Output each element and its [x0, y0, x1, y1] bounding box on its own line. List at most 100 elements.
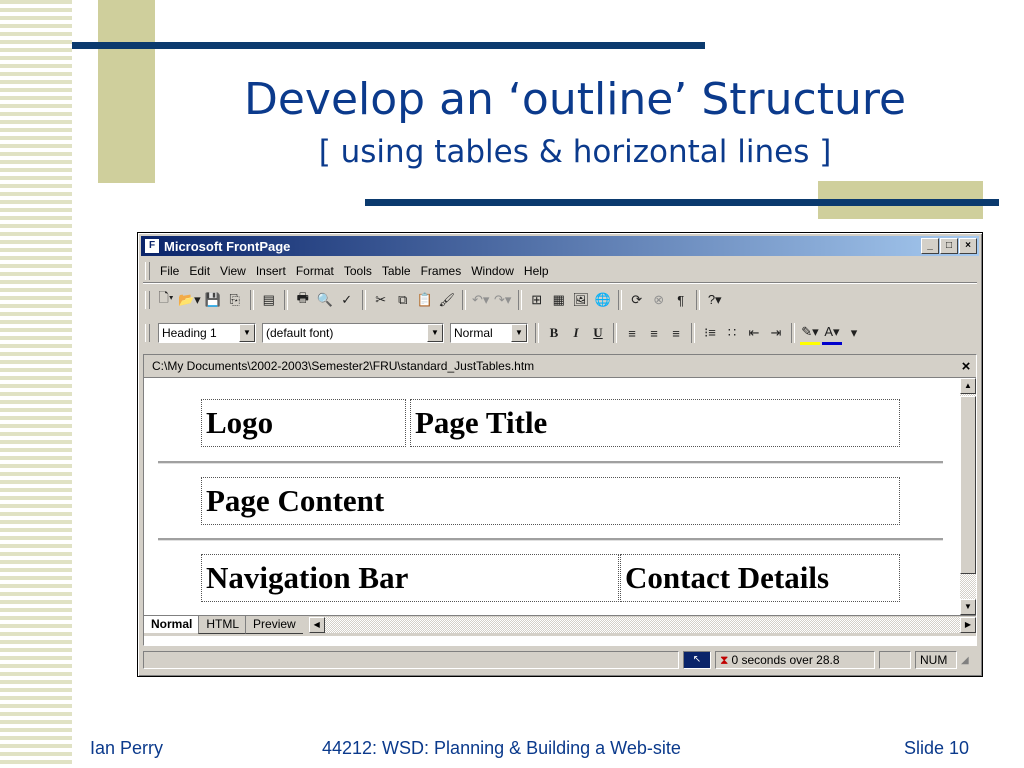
window-titlebar[interactable]: F Microsoft FrontPage _ □ ×	[141, 236, 979, 256]
menu-table[interactable]: Table	[377, 264, 416, 278]
spelling-icon[interactable]: ✓	[337, 290, 357, 310]
save-icon[interactable]: 💾	[203, 290, 223, 310]
menu-insert[interactable]: Insert	[251, 264, 291, 278]
menu-edit[interactable]: Edit	[184, 264, 215, 278]
format-painter-icon[interactable]: 🖌	[437, 290, 457, 310]
download-time-panel: ⧗ 0 seconds over 28.8	[715, 651, 875, 669]
insert-table-icon[interactable]: ▦	[549, 290, 569, 310]
help-icon[interactable]: ?▾	[705, 290, 725, 310]
footer-slide-number: Slide 10	[904, 738, 970, 758]
align-left-icon[interactable]: ≡	[622, 323, 642, 343]
scroll-right-icon[interactable]: ▶	[960, 617, 976, 633]
folder-list-icon[interactable]: ▤	[259, 290, 279, 310]
cut-icon[interactable]: ✂	[371, 290, 391, 310]
scroll-left-icon[interactable]: ◀	[308, 617, 325, 633]
paste-icon[interactable]: 📋	[415, 290, 435, 310]
new-page-icon[interactable]: 🗋▾	[156, 290, 176, 310]
open-folder-icon[interactable]: 📂▾	[178, 290, 201, 310]
tab-normal[interactable]: Normal	[143, 616, 200, 633]
standard-toolbar: 🗋▾ 📂▾ 💾 ⎘ ▤ 🖶 🔍 ✓ ✂ ⧉ 📋 🖌 ↶▾ ↷▾ ⊞ ▦ 🖼 🌐 …	[143, 286, 977, 314]
align-center-icon[interactable]: ≡	[644, 323, 664, 343]
redo-icon[interactable]: ↷▾	[493, 290, 513, 310]
chevron-down-icon[interactable]: ▼	[239, 324, 255, 342]
publish-icon[interactable]: ⎘	[225, 290, 245, 310]
size-select-value: Normal	[454, 326, 493, 340]
maximize-button[interactable]: □	[940, 238, 958, 254]
toolbar-separator	[695, 290, 700, 310]
toolbar-separator	[691, 323, 695, 343]
toolbar-options-icon[interactable]: ▾	[844, 323, 864, 343]
document-close-icon[interactable]: ×	[956, 358, 976, 375]
menu-view[interactable]: View	[215, 264, 251, 278]
logo-cell[interactable]: Logo	[201, 399, 406, 447]
menu-frames[interactable]: Frames	[416, 264, 467, 278]
tab-html[interactable]: HTML	[198, 616, 247, 634]
menu-file[interactable]: File	[155, 264, 184, 278]
slide-stripe-decoration	[0, 0, 72, 768]
undo-icon[interactable]: ↶▾	[471, 290, 491, 310]
copy-icon[interactable]: ⧉	[393, 290, 413, 310]
horizontal-line[interactable]	[158, 461, 943, 464]
numbering-icon[interactable]: ⁝≡	[700, 323, 720, 343]
close-button[interactable]: ×	[959, 238, 977, 254]
minimize-button[interactable]: _	[921, 238, 939, 254]
italic-button[interactable]: I	[566, 323, 586, 343]
document-window: C:\My Documents\2002-2003\Semester2\FRU\…	[143, 354, 977, 646]
formatting-toolbar: Heading 1 ▼ (default font) ▼ Normal ▼ B …	[143, 319, 977, 347]
show-all-icon[interactable]: ¶	[671, 290, 691, 310]
page-content-cell[interactable]: Page Content	[201, 477, 900, 525]
toolbar-separator	[617, 290, 622, 310]
chevron-down-icon[interactable]: ▼	[427, 324, 443, 342]
tab-preview[interactable]: Preview	[245, 616, 303, 634]
resize-grip-icon[interactable]: ◢	[961, 655, 969, 666]
slide-navy-line-bottom	[365, 199, 999, 206]
horizontal-line[interactable]	[158, 538, 943, 541]
toolbar-separator	[461, 290, 466, 310]
menubar-grip[interactable]	[145, 262, 150, 280]
decrease-indent-icon[interactable]: ⇤	[744, 323, 764, 343]
horizontal-scrollbar[interactable]: ◀ ▶	[308, 616, 976, 633]
scroll-down-icon[interactable]: ▼	[960, 599, 976, 615]
refresh-icon[interactable]: ⟳	[627, 290, 647, 310]
insert-picture-icon[interactable]: 🖼	[571, 290, 591, 310]
bullets-icon[interactable]: ∷	[722, 323, 742, 343]
size-select[interactable]: Normal ▼	[450, 323, 528, 343]
status-message-panel	[143, 651, 679, 669]
print-icon[interactable]: 🖶	[293, 290, 313, 310]
scroll-thumb[interactable]	[960, 396, 976, 574]
bold-button[interactable]: B	[544, 323, 564, 343]
toolbar-grip[interactable]	[145, 291, 150, 309]
vertical-scrollbar[interactable]: ▲ ▼	[960, 378, 976, 615]
toolbar-grip[interactable]	[145, 324, 150, 342]
increase-indent-icon[interactable]: ⇥	[766, 323, 786, 343]
menu-window[interactable]: Window	[466, 264, 519, 278]
preview-in-browser-icon[interactable]: 🔍	[315, 290, 335, 310]
scroll-up-icon[interactable]: ▲	[960, 378, 976, 394]
menu-format[interactable]: Format	[291, 264, 339, 278]
page-editor[interactable]: Logo Page Title Page Content Navigation …	[144, 378, 959, 615]
hourglass-icon: ⧗	[720, 653, 729, 667]
menu-help[interactable]: Help	[519, 264, 554, 278]
highlight-color-icon[interactable]: ✎▾	[800, 322, 820, 345]
align-right-icon[interactable]: ≡	[666, 323, 686, 343]
page-title-cell[interactable]: Page Title	[410, 399, 900, 447]
menu-tools[interactable]: Tools	[339, 264, 377, 278]
hyperlink-icon[interactable]: 🌐	[593, 290, 613, 310]
style-select[interactable]: Heading 1 ▼	[158, 323, 256, 343]
contact-details-cell[interactable]: Contact Details	[620, 554, 900, 602]
toolbar-separator	[283, 290, 288, 310]
toolbar-separator	[791, 323, 795, 343]
toolbar-separator	[535, 323, 539, 343]
font-color-icon[interactable]: A▾	[822, 322, 842, 345]
slide-navy-line-top	[72, 42, 705, 49]
slide-title: Develop an ‘outline’ Structure	[243, 74, 907, 125]
cursor-mode-icon: ↖	[683, 651, 711, 669]
navigation-bar-cell[interactable]: Navigation Bar	[201, 554, 619, 602]
font-select[interactable]: (default font) ▼	[262, 323, 444, 343]
frontpage-app-icon[interactable]: F	[144, 238, 160, 254]
status-bar: ↖ ⧗ 0 seconds over 28.8 NUM ◢	[143, 650, 977, 670]
underline-button[interactable]: U	[588, 323, 608, 343]
stop-icon[interactable]: ⊗	[649, 290, 669, 310]
insert-component-icon[interactable]: ⊞	[527, 290, 547, 310]
chevron-down-icon[interactable]: ▼	[511, 324, 527, 342]
